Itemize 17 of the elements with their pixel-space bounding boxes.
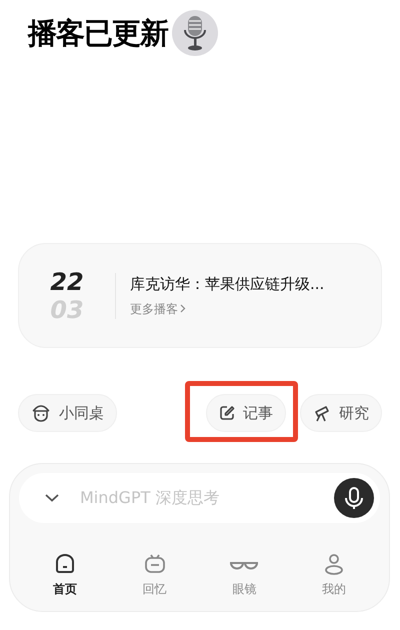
cowboy-face-icon bbox=[31, 404, 51, 422]
person-icon bbox=[324, 553, 344, 575]
nav-tab[interactable]: 首页 bbox=[20, 548, 110, 598]
buddy-chip[interactable]: 小同桌 bbox=[18, 394, 117, 432]
home-icon bbox=[54, 553, 76, 575]
microphone-button[interactable] bbox=[334, 478, 374, 518]
chevron-down-icon bbox=[45, 494, 59, 502]
microphone-icon bbox=[172, 10, 218, 56]
note-chip[interactable]: 记事 bbox=[206, 394, 286, 432]
pencil-note-icon bbox=[219, 405, 235, 421]
research-chip[interactable]: 研究 bbox=[300, 394, 382, 432]
page-title: 播客已更新 bbox=[28, 18, 168, 48]
date-day: 22 bbox=[50, 268, 84, 296]
chevron-right-icon bbox=[180, 304, 186, 314]
telescope-icon bbox=[313, 404, 331, 422]
tv-icon bbox=[144, 553, 166, 575]
podcast-title: 库克访华：苹果供应链升级... bbox=[130, 274, 324, 296]
